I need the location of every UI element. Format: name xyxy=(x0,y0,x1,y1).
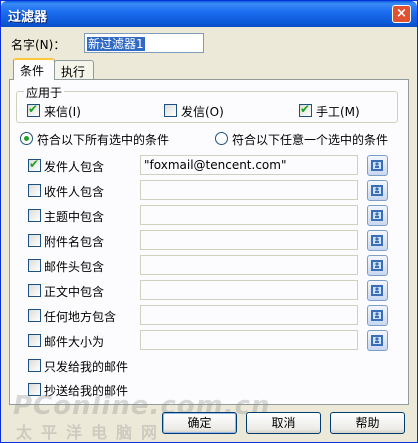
tab-actions[interactable]: 执行 xyxy=(54,60,94,80)
condition-label-only-to-me: 只发给我的邮件 xyxy=(44,360,129,374)
address-book-icon[interactable] xyxy=(367,180,388,201)
window-title: 过滤器 xyxy=(8,10,48,25)
condition-checkbox-subject[interactable] xyxy=(28,209,41,222)
condition-label-anywhere: 任何地方包含 xyxy=(44,310,117,324)
tab-actions-label: 执行 xyxy=(61,65,86,79)
incoming-label: 来信(I) xyxy=(44,105,81,119)
condition-field-sender[interactable]: "foxmail@tencent.com" xyxy=(140,155,358,175)
condition-field-recipient[interactable] xyxy=(140,180,358,200)
incoming-checkbox[interactable] xyxy=(27,102,40,117)
condition-checkbox-anywhere[interactable] xyxy=(28,309,41,322)
name-input[interactable]: 新过滤器1 xyxy=(84,33,204,53)
address-book-icon[interactable] xyxy=(367,155,388,176)
condition-label-attachment: 附件名包含 xyxy=(44,235,105,249)
condition-field-header[interactable] xyxy=(140,255,358,275)
condition-checkbox-attachment[interactable] xyxy=(28,234,41,247)
condition-label-size: 邮件大小为 xyxy=(44,335,105,349)
manual-checkbox[interactable] xyxy=(299,102,312,117)
condition-field-body[interactable] xyxy=(140,280,358,300)
condition-label-subject: 主题中包含 xyxy=(44,210,105,224)
condition-field-subject[interactable] xyxy=(140,205,358,225)
manual-label: 手工(M) xyxy=(316,105,360,119)
address-book-icon[interactable] xyxy=(367,230,388,251)
condition-checkbox-header[interactable] xyxy=(28,259,41,272)
filter-dialog: 过滤器 × 名字(N)： 新过滤器1 条件 执行 应用于 来信(I) 发信(O)… xyxy=(0,0,418,443)
condition-checkbox-sender[interactable] xyxy=(28,157,41,172)
condition-label-recipient: 收件人包含 xyxy=(44,185,105,199)
outgoing-label: 发信(O) xyxy=(181,105,224,119)
condition-field-attachment[interactable] xyxy=(140,230,358,250)
condition-label-header: 邮件头包含 xyxy=(44,260,105,274)
condition-field-anywhere[interactable] xyxy=(140,305,358,325)
condition-field-size[interactable] xyxy=(140,330,358,350)
condition-checkbox-recipient[interactable] xyxy=(28,184,41,197)
address-book-icon[interactable] xyxy=(367,305,388,326)
condition-checkbox-body[interactable] xyxy=(28,284,41,297)
outgoing-checkbox[interactable] xyxy=(164,104,177,117)
match-any-label: 符合以下任意一个选中的条件 xyxy=(232,133,389,147)
condition-checkbox-only-to-me[interactable] xyxy=(28,359,41,372)
ok-button[interactable]: 确定 xyxy=(162,412,237,434)
help-button[interactable]: 帮助 xyxy=(330,412,405,434)
close-button[interactable]: × xyxy=(392,5,411,23)
cancel-button[interactable]: 取消 xyxy=(246,412,321,434)
tab-conditions-label: 条件 xyxy=(20,64,45,78)
match-any-radio[interactable] xyxy=(215,132,228,145)
condition-checkbox-size[interactable] xyxy=(28,334,41,347)
name-input-value: 新过滤器1 xyxy=(87,37,145,51)
address-book-icon[interactable] xyxy=(367,330,388,351)
watermark-subtitle: 太平洋电脑网 xyxy=(16,423,167,442)
address-book-icon[interactable] xyxy=(367,280,388,301)
name-label: 名字(N)： xyxy=(11,38,66,52)
match-all-label: 符合以下所有选中的条件 xyxy=(37,133,170,147)
address-book-icon[interactable] xyxy=(367,205,388,226)
condition-label-sender: 发件人包含 xyxy=(44,160,105,174)
tab-conditions[interactable]: 条件 xyxy=(13,58,55,80)
match-all-radio[interactable] xyxy=(20,132,33,145)
address-book-icon[interactable] xyxy=(367,255,388,276)
apply-to-title: 应用于 xyxy=(24,84,65,101)
title-bar[interactable]: 过滤器 × xyxy=(1,1,417,27)
condition-label-body: 正文中包含 xyxy=(44,285,105,299)
